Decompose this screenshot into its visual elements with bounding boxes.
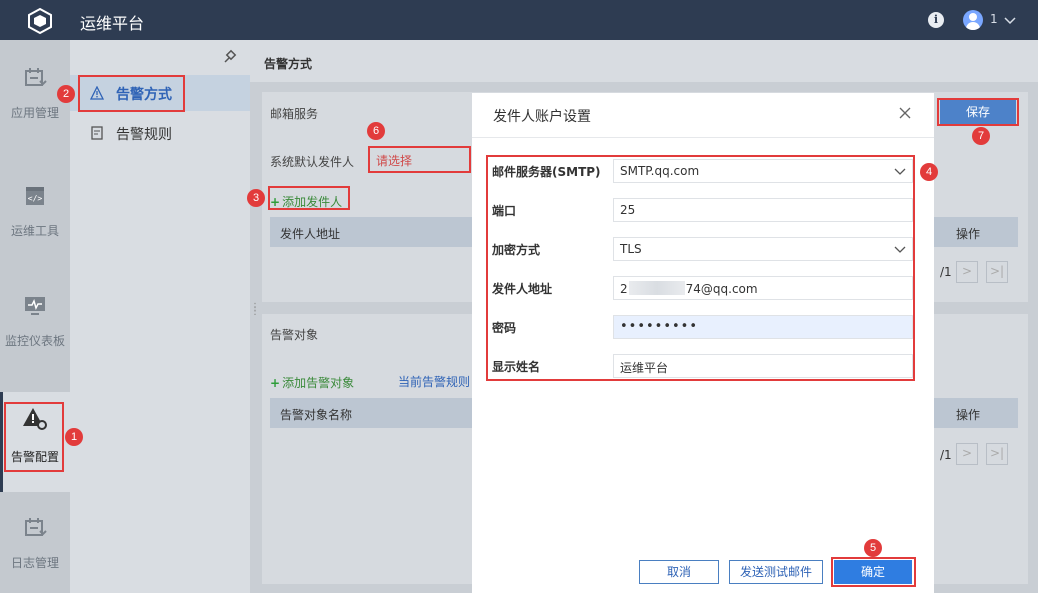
cancel-button[interactable]: 取消 [639,560,719,584]
chevron-down-icon[interactable] [1003,13,1017,27]
submenu-item-alert-rule[interactable]: 告警规则 [70,115,250,151]
mail-section-label: 邮箱服务 [270,107,319,121]
current-rule-link[interactable]: 当前告警规则 [398,373,470,390]
rail-label: 应用管理 [10,106,59,120]
highlight-add-sender [268,186,350,210]
last-page-button[interactable]: >| [986,261,1008,283]
monitor-icon [25,297,45,315]
last-page-button[interactable]: >| [986,443,1008,465]
dialog-divider [472,137,934,138]
page-indicator: /1 [940,448,952,462]
rail-item-log-manage[interactable]: 日志管理 [0,516,70,593]
splitter-handle[interactable]: ⋮ ⋮ [250,303,260,322]
highlight-default-sender [368,146,471,173]
col-target-name: 告警对象名称 [280,408,353,422]
default-sender-label: 系统默认发件人 [270,155,355,169]
rail-item-ops-tools[interactable]: </> 运维工具 [0,184,70,284]
app-manage-icon [25,68,47,86]
next-page-button[interactable]: > [956,261,978,283]
info-icon[interactable]: i [928,12,944,28]
page-indicator: /1 [940,265,952,279]
submenu: 告警方式 告警规则 [70,40,250,593]
step-badge: 4 [920,163,938,181]
cube-logo-icon [28,7,52,35]
step-badge: 3 [247,189,265,207]
svg-text:</>: </> [28,194,43,203]
add-target-button[interactable]: + 添加告警对象 [270,374,354,391]
rule-icon [91,126,103,140]
next-page-button[interactable]: > [956,443,978,465]
highlight-form-fields [486,155,915,381]
rail-item-monitor[interactable]: 监控仪表板 [0,294,70,394]
highlight-alert-config [4,402,64,472]
pin-icon[interactable] [222,49,238,65]
step-badge: 7 [972,127,990,145]
target-section-label: 告警对象 [270,328,319,342]
code-tool-icon: </> [26,187,44,205]
highlight-save [937,98,1019,126]
user-name[interactable]: 1 [990,12,998,26]
submenu-label: 告警规则 [116,127,172,143]
page-title: 告警方式 [250,40,1038,82]
step-badge: 5 [864,539,882,557]
send-test-mail-button[interactable]: 发送测试邮件 [729,560,823,584]
highlight-confirm [831,557,916,587]
rail-label: 日志管理 [10,556,59,570]
step-badge: 6 [367,122,385,140]
close-icon[interactable] [898,106,912,120]
app-title: 运维平台 [80,14,145,33]
rail-label: 监控仪表板 [4,334,65,348]
rail-item-app-manage[interactable]: 应用管理 [0,66,70,166]
step-badge: 2 [57,85,75,103]
highlight-alert-method [78,75,185,112]
col-action: 操作 [956,408,981,422]
col-sender-address: 发件人地址 [280,227,341,241]
avatar[interactable] [963,10,983,30]
col-action: 操作 [956,227,981,241]
rail-label: 运维工具 [10,224,59,238]
dialog-title: 发件人账户设置 [493,109,591,125]
log-manage-icon [25,518,47,536]
top-bar: 运维平台 i 1 [0,0,1038,40]
step-badge: 1 [65,428,83,446]
active-indicator [0,392,3,492]
left-rail: 应用管理 </> 运维工具 监控仪表板 告警配置 日志管理 [0,40,70,593]
